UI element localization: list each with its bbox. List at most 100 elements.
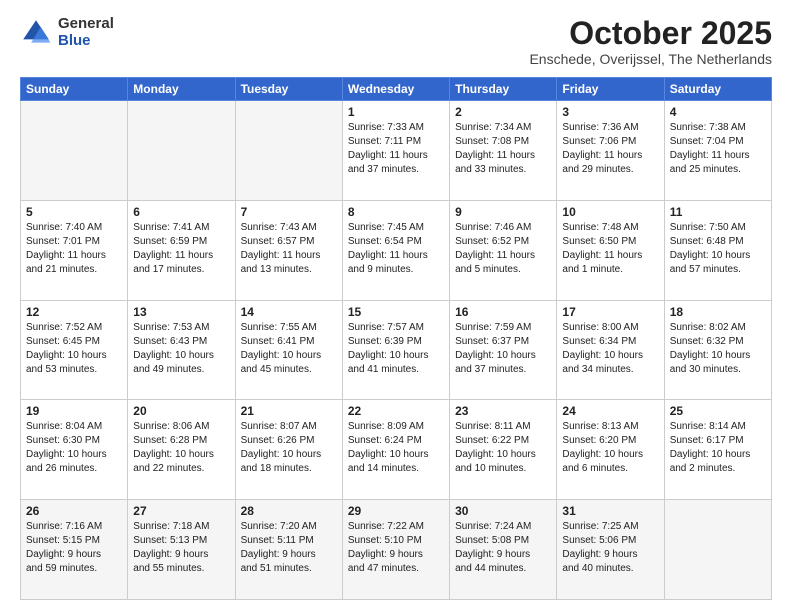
day-info: Sunrise: 8:11 AM Sunset: 6:22 PM Dayligh… <box>455 420 551 476</box>
col-sunday: Sunday <box>21 78 128 101</box>
logo-general: General <box>58 16 114 33</box>
day-info: Sunrise: 7:53 AM Sunset: 6:43 PM Dayligh… <box>133 321 229 377</box>
month-title: October 2025 <box>529 16 772 51</box>
table-row: 6 Sunrise: 7:41 AM Sunset: 6:59 PM Daylig… <box>128 200 235 300</box>
table-row: 20 Sunrise: 8:06 AM Sunset: 6:28 PM Dayli… <box>128 400 235 500</box>
calendar-week-row: 1 Sunrise: 7:33 AM Sunset: 7:11 PM Daylig… <box>21 101 772 201</box>
day-number: 14 <box>241 305 337 319</box>
day-number: 15 <box>348 305 444 319</box>
day-info: Sunrise: 7:52 AM Sunset: 6:45 PM Dayligh… <box>26 321 122 377</box>
day-info: Sunrise: 8:04 AM Sunset: 6:30 PM Dayligh… <box>26 420 122 476</box>
table-row: 2 Sunrise: 7:34 AM Sunset: 7:08 PM Daylig… <box>450 101 557 201</box>
calendar-week-row: 5 Sunrise: 7:40 AM Sunset: 7:01 PM Daylig… <box>21 200 772 300</box>
day-info: Sunrise: 7:50 AM Sunset: 6:48 PM Dayligh… <box>670 221 766 277</box>
table-row: 30Sunrise: 7:24 AM Sunset: 5:08 PM Dayli… <box>450 500 557 600</box>
day-number: 31 <box>562 504 658 518</box>
day-number: 11 <box>670 205 766 219</box>
day-info: Sunrise: 7:43 AM Sunset: 6:57 PM Dayligh… <box>241 221 337 277</box>
table-row: 8Sunrise: 7:45 AM Sunset: 6:54 PM Daylig… <box>342 200 449 300</box>
day-number: 2 <box>455 105 551 119</box>
table-row: 23Sunrise: 8:11 AM Sunset: 6:22 PM Dayli… <box>450 400 557 500</box>
day-info: Sunrise: 7:18 AM Sunset: 5:13 PM Dayligh… <box>133 520 229 576</box>
col-wednesday: Wednesday <box>342 78 449 101</box>
day-info: Sunrise: 7:25 AM Sunset: 5:06 PM Dayligh… <box>562 520 658 576</box>
table-row <box>21 101 128 201</box>
table-row: 7Sunrise: 7:43 AM Sunset: 6:57 PM Daylig… <box>235 200 342 300</box>
day-number: 24 <box>562 404 658 418</box>
day-number: 21 <box>241 404 337 418</box>
day-number: 6 <box>133 205 229 219</box>
day-info: Sunrise: 7:38 AM Sunset: 7:04 PM Dayligh… <box>670 121 766 177</box>
calendar-header-row: Sunday Monday Tuesday Wednesday Thursday… <box>21 78 772 101</box>
day-info: Sunrise: 7:40 AM Sunset: 7:01 PM Dayligh… <box>26 221 122 277</box>
table-row <box>664 500 771 600</box>
table-row: 25 Sunrise: 8:14 AM Sunset: 6:17 PM Dayli… <box>664 400 771 500</box>
day-number: 22 <box>348 404 444 418</box>
day-number: 9 <box>455 205 551 219</box>
table-row: 1 Sunrise: 7:33 AM Sunset: 7:11 PM Daylig… <box>342 101 449 201</box>
day-info: Sunrise: 8:14 AM Sunset: 6:17 PM Dayligh… <box>670 420 766 476</box>
table-row: 26Sunrise: 7:16 AM Sunset: 5:15 PM Dayli… <box>21 500 128 600</box>
table-row: 29Sunrise: 7:22 AM Sunset: 5:10 PM Dayli… <box>342 500 449 600</box>
day-number: 4 <box>670 105 766 119</box>
col-thursday: Thursday <box>450 78 557 101</box>
logo-icon <box>20 17 52 49</box>
col-tuesday: Tuesday <box>235 78 342 101</box>
calendar-table: Sunday Monday Tuesday Wednesday Thursday… <box>20 77 772 600</box>
table-row: 16 Sunrise: 7:59 AM Sunset: 6:37 PM Dayli… <box>450 300 557 400</box>
table-row: 17 Sunrise: 8:00 AM Sunset: 6:34 PM Dayli… <box>557 300 664 400</box>
day-number: 3 <box>562 105 658 119</box>
day-number: 18 <box>670 305 766 319</box>
day-info: Sunrise: 7:46 AM Sunset: 6:52 PM Dayligh… <box>455 221 551 277</box>
day-info: Sunrise: 7:34 AM Sunset: 7:08 PM Dayligh… <box>455 121 551 177</box>
day-number: 10 <box>562 205 658 219</box>
table-row: 28Sunrise: 7:20 AM Sunset: 5:11 PM Dayli… <box>235 500 342 600</box>
day-number: 1 <box>348 105 444 119</box>
table-row <box>128 101 235 201</box>
logo-text: General Blue <box>58 16 114 49</box>
day-info: Sunrise: 8:09 AM Sunset: 6:24 PM Dayligh… <box>348 420 444 476</box>
day-number: 20 <box>133 404 229 418</box>
day-info: Sunrise: 7:22 AM Sunset: 5:10 PM Dayligh… <box>348 520 444 576</box>
day-info: Sunrise: 7:33 AM Sunset: 7:11 PM Dayligh… <box>348 121 444 177</box>
day-number: 17 <box>562 305 658 319</box>
page: General Blue October 2025 Enschede, Over… <box>0 0 792 612</box>
col-monday: Monday <box>128 78 235 101</box>
day-number: 8 <box>348 205 444 219</box>
calendar-week-row: 12Sunrise: 7:52 AM Sunset: 6:45 PM Dayli… <box>21 300 772 400</box>
table-row: 5 Sunrise: 7:40 AM Sunset: 7:01 PM Daylig… <box>21 200 128 300</box>
table-row: 15 Sunrise: 7:57 AM Sunset: 6:39 PM Dayli… <box>342 300 449 400</box>
calendar-week-row: 26Sunrise: 7:16 AM Sunset: 5:15 PM Dayli… <box>21 500 772 600</box>
day-info: Sunrise: 7:36 AM Sunset: 7:06 PM Dayligh… <box>562 121 658 177</box>
title-block: October 2025 Enschede, Overijssel, The N… <box>529 16 772 67</box>
day-number: 19 <box>26 404 122 418</box>
col-friday: Friday <box>557 78 664 101</box>
day-info: Sunrise: 8:07 AM Sunset: 6:26 PM Dayligh… <box>241 420 337 476</box>
day-number: 5 <box>26 205 122 219</box>
day-info: Sunrise: 7:59 AM Sunset: 6:37 PM Dayligh… <box>455 321 551 377</box>
day-info: Sunrise: 8:02 AM Sunset: 6:32 PM Dayligh… <box>670 321 766 377</box>
day-number: 26 <box>26 504 122 518</box>
table-row: 9 Sunrise: 7:46 AM Sunset: 6:52 PM Daylig… <box>450 200 557 300</box>
table-row <box>235 101 342 201</box>
day-number: 28 <box>241 504 337 518</box>
day-info: Sunrise: 8:00 AM Sunset: 6:34 PM Dayligh… <box>562 321 658 377</box>
day-info: Sunrise: 7:55 AM Sunset: 6:41 PM Dayligh… <box>241 321 337 377</box>
logo-blue: Blue <box>58 33 114 50</box>
table-row: 18 Sunrise: 8:02 AM Sunset: 6:32 PM Dayli… <box>664 300 771 400</box>
table-row: 4 Sunrise: 7:38 AM Sunset: 7:04 PM Daylig… <box>664 101 771 201</box>
table-row: 3 Sunrise: 7:36 AM Sunset: 7:06 PM Daylig… <box>557 101 664 201</box>
table-row: 11 Sunrise: 7:50 AM Sunset: 6:48 PM Dayli… <box>664 200 771 300</box>
day-number: 16 <box>455 305 551 319</box>
logo: General Blue <box>20 16 114 49</box>
day-info: Sunrise: 7:48 AM Sunset: 6:50 PM Dayligh… <box>562 221 658 277</box>
table-row: 13Sunrise: 7:53 AM Sunset: 6:43 PM Dayli… <box>128 300 235 400</box>
table-row: 21 Sunrise: 8:07 AM Sunset: 6:26 PM Dayli… <box>235 400 342 500</box>
day-number: 30 <box>455 504 551 518</box>
calendar-week-row: 19 Sunrise: 8:04 AM Sunset: 6:30 PM Dayli… <box>21 400 772 500</box>
day-info: Sunrise: 7:57 AM Sunset: 6:39 PM Dayligh… <box>348 321 444 377</box>
day-info: Sunrise: 8:06 AM Sunset: 6:28 PM Dayligh… <box>133 420 229 476</box>
day-info: Sunrise: 7:41 AM Sunset: 6:59 PM Dayligh… <box>133 221 229 277</box>
table-row: 14 Sunrise: 7:55 AM Sunset: 6:41 PM Dayli… <box>235 300 342 400</box>
day-number: 25 <box>670 404 766 418</box>
